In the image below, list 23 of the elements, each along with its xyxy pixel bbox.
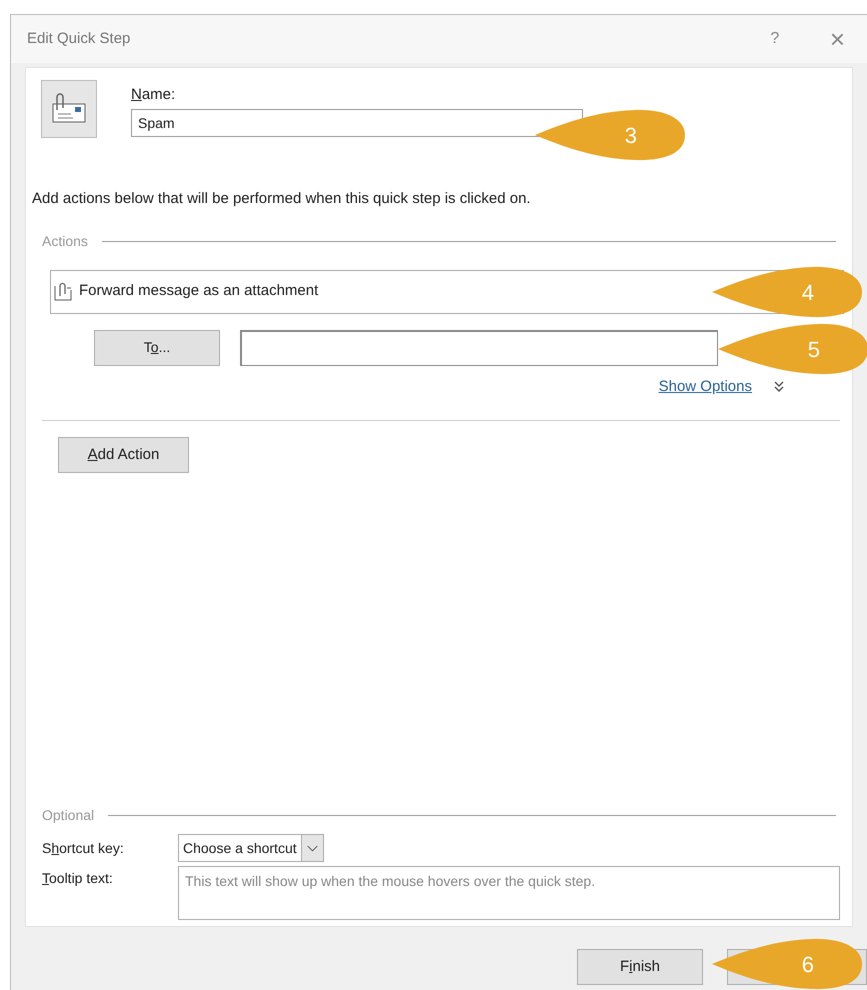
- name-field[interactable]: Spam: [131, 108, 583, 136]
- shortcut-dropdown[interactable]: Choose a shortcut: [178, 834, 324, 862]
- instructions-text: Add actions below that will be performed when this quick step is clicked on.: [32, 189, 532, 209]
- tooltip-text-label: Tooltip text:: [42, 869, 114, 888]
- callout-marker: 5: [718, 322, 867, 376]
- shortcut-key-label: Shortcut key:: [42, 838, 125, 858]
- callout-marker: 4: [712, 265, 862, 319]
- callout-marker: 3: [535, 108, 685, 162]
- to-button[interactable]: To...: [94, 330, 220, 366]
- show-options-link[interactable]: Show Options: [658, 376, 752, 398]
- quick-step-icon[interactable]: [41, 80, 97, 138]
- name-label: Name:: [131, 85, 176, 105]
- group-label: Optional: [42, 806, 94, 825]
- recipient-field[interactable]: [240, 330, 718, 366]
- group-label: Actions: [42, 232, 88, 250]
- window-title: Edit Quick Step: [27, 28, 132, 49]
- add-action-button[interactable]: Add Action: [58, 437, 189, 473]
- chevron-down-icon: [300, 835, 323, 861]
- double-chevron-icon[interactable]: [774, 380, 784, 393]
- tooltip-field[interactable]: This text will show up when the mouse hovers over the quick step.: [178, 866, 840, 920]
- action-dropdown[interactable]: Forward message as an attachment: [50, 270, 712, 314]
- finish-button[interactable]: Finish: [577, 949, 703, 985]
- callout-marker: 6: [712, 937, 862, 990]
